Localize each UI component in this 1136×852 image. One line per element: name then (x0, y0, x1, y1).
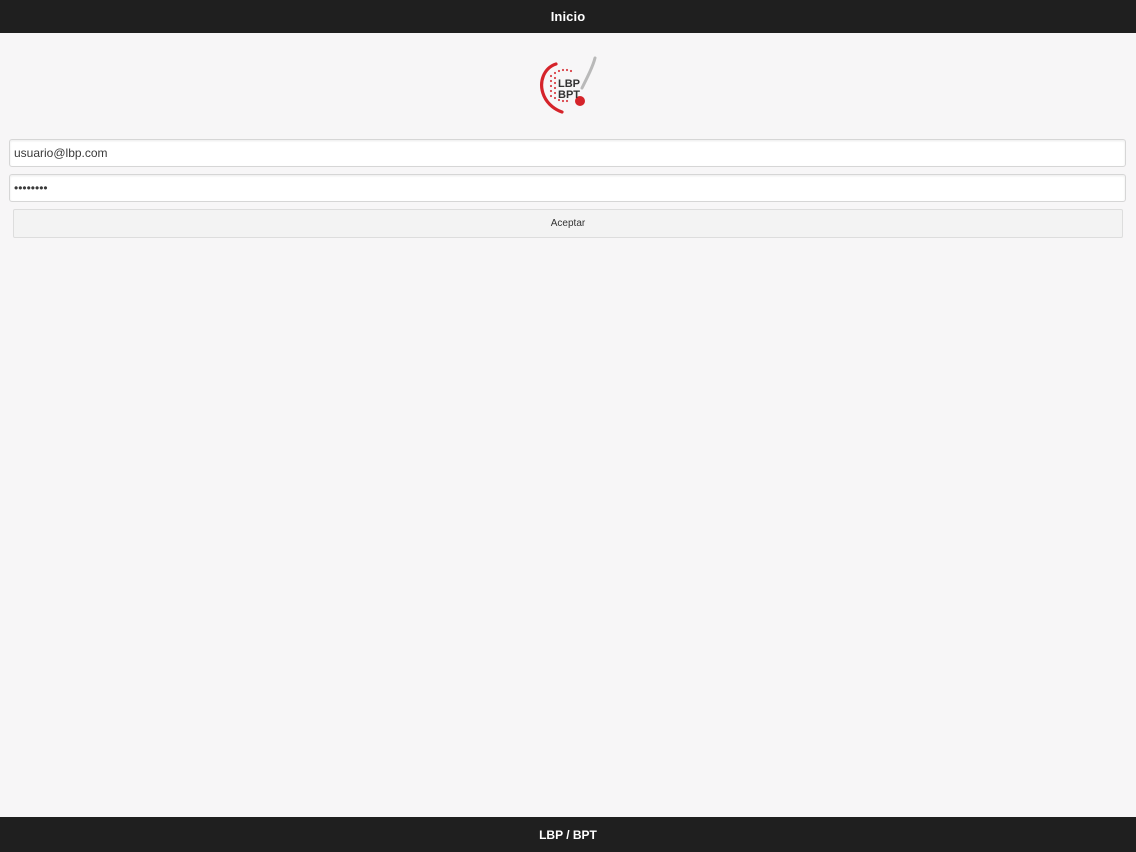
logo-text-bottom: BPT (558, 89, 580, 101)
page-title: Inicio (550, 9, 586, 24)
footer-bar: LBP / BPT (0, 817, 1136, 852)
submit-button-label: Aceptar (550, 218, 586, 229)
email-field[interactable] (9, 139, 1126, 167)
password-field[interactable] (9, 174, 1126, 202)
header-bar: Inicio (0, 0, 1136, 33)
lbp-logo: LBP BPT (538, 54, 600, 118)
submit-button[interactable]: Aceptar (13, 209, 1123, 238)
footer-text: LBP / BPT (539, 827, 597, 842)
lbp-logo-icon: LBP BPT (540, 56, 597, 114)
